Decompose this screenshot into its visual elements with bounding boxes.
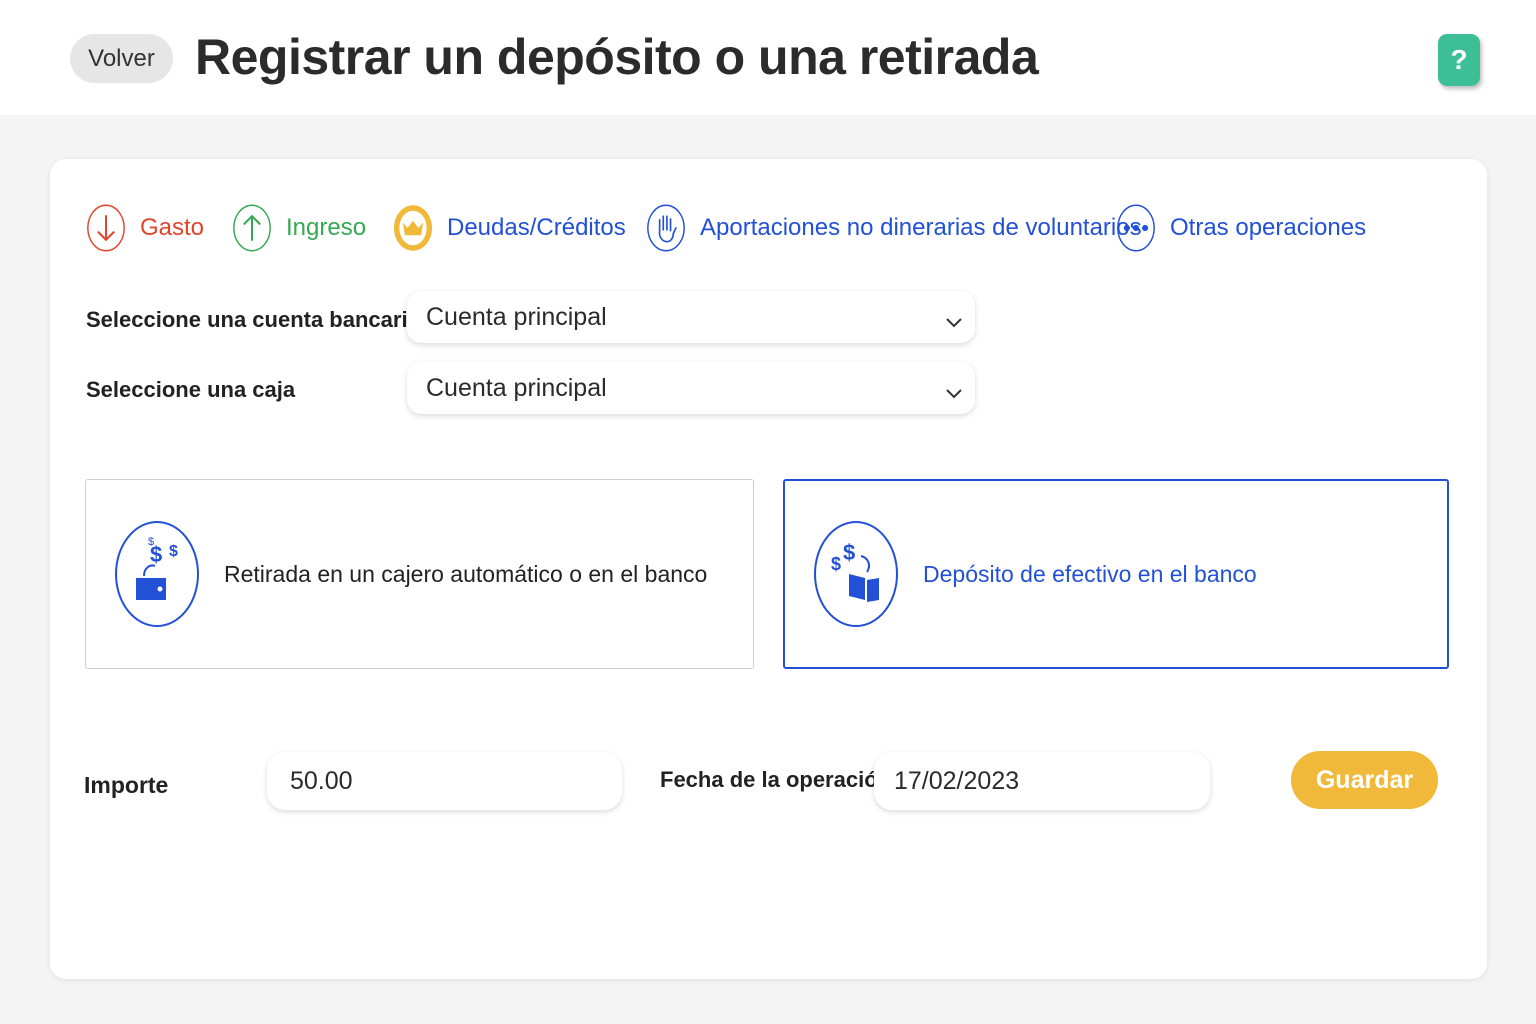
tab-deudas-creditos-label: Deudas/Créditos <box>447 214 626 241</box>
type-card-withdrawal-label: Retirada en un cajero automático o en el… <box>224 560 708 587</box>
bank-deposit-icon: $ $ <box>813 520 899 628</box>
bank-account-select[interactable]: Cuenta principal <box>407 291 975 343</box>
cash-box-value: Cuenta principal <box>426 373 607 402</box>
type-card-withdrawal[interactable]: $ $ $ Retirada en un cajero automático o… <box>85 479 754 669</box>
cash-box-select[interactable]: Cuenta principal <box>407 362 975 414</box>
back-button[interactable]: Volver <box>70 34 173 83</box>
hand-icon <box>646 203 686 253</box>
tab-aportaciones[interactable]: Aportaciones no dinerarias de voluntario… <box>646 200 1142 256</box>
date-value: 17/02/2023 <box>894 766 1020 795</box>
help-button[interactable]: ? <box>1438 34 1480 86</box>
svg-text:$: $ <box>843 540 855 565</box>
save-button[interactable]: Guardar <box>1291 751 1438 809</box>
amount-value: 50.00 <box>290 766 353 795</box>
page-title: Registrar un depósito o una retirada <box>195 29 1039 85</box>
amount-input[interactable]: 50.00 <box>267 752 622 810</box>
bank-account-value: Cuenta principal <box>426 302 607 331</box>
cash-box-label: Seleccione una caja <box>86 377 296 402</box>
top-bar: Volver Registrar un depósito o una retir… <box>0 0 1536 115</box>
tab-gasto-label: Gasto <box>140 214 205 241</box>
tab-otras-operaciones[interactable]: Otras operaciones <box>1116 200 1366 256</box>
tab-aportaciones-label: Aportaciones no dinerarias de voluntario… <box>700 214 1142 241</box>
type-card-deposit-label: Depósito de efectivo en el banco <box>923 560 1257 587</box>
arrow-down-icon <box>86 203 126 253</box>
tab-otras-operaciones-label: Otras operaciones <box>1170 214 1367 241</box>
crown-icon <box>393 203 433 253</box>
amount-label: Importe <box>84 772 169 798</box>
bank-account-label: Seleccione una cuenta bancaria <box>86 307 420 332</box>
chevron-down-icon <box>945 378 963 407</box>
chevron-down-icon <box>945 307 963 336</box>
svg-text:$: $ <box>831 554 841 574</box>
type-card-deposit[interactable]: $ $ Depósito de efectivo en el banco <box>783 479 1449 669</box>
date-input[interactable]: 17/02/2023 <box>874 752 1210 810</box>
help-icon: ? <box>1450 44 1468 75</box>
tab-gasto[interactable]: Gasto <box>86 200 204 256</box>
date-label: Fecha de la operación <box>660 767 892 792</box>
tab-deudas-creditos[interactable]: Deudas/Créditos <box>393 200 626 256</box>
svg-text:$: $ <box>169 543 178 560</box>
more-dots-icon <box>1116 203 1156 253</box>
tab-ingreso[interactable]: Ingreso <box>232 200 366 256</box>
svg-text:$: $ <box>148 536 154 548</box>
arrow-up-icon <box>232 203 272 253</box>
tab-ingreso-label: Ingreso <box>286 214 367 241</box>
atm-withdrawal-icon: $ $ $ <box>114 520 200 628</box>
